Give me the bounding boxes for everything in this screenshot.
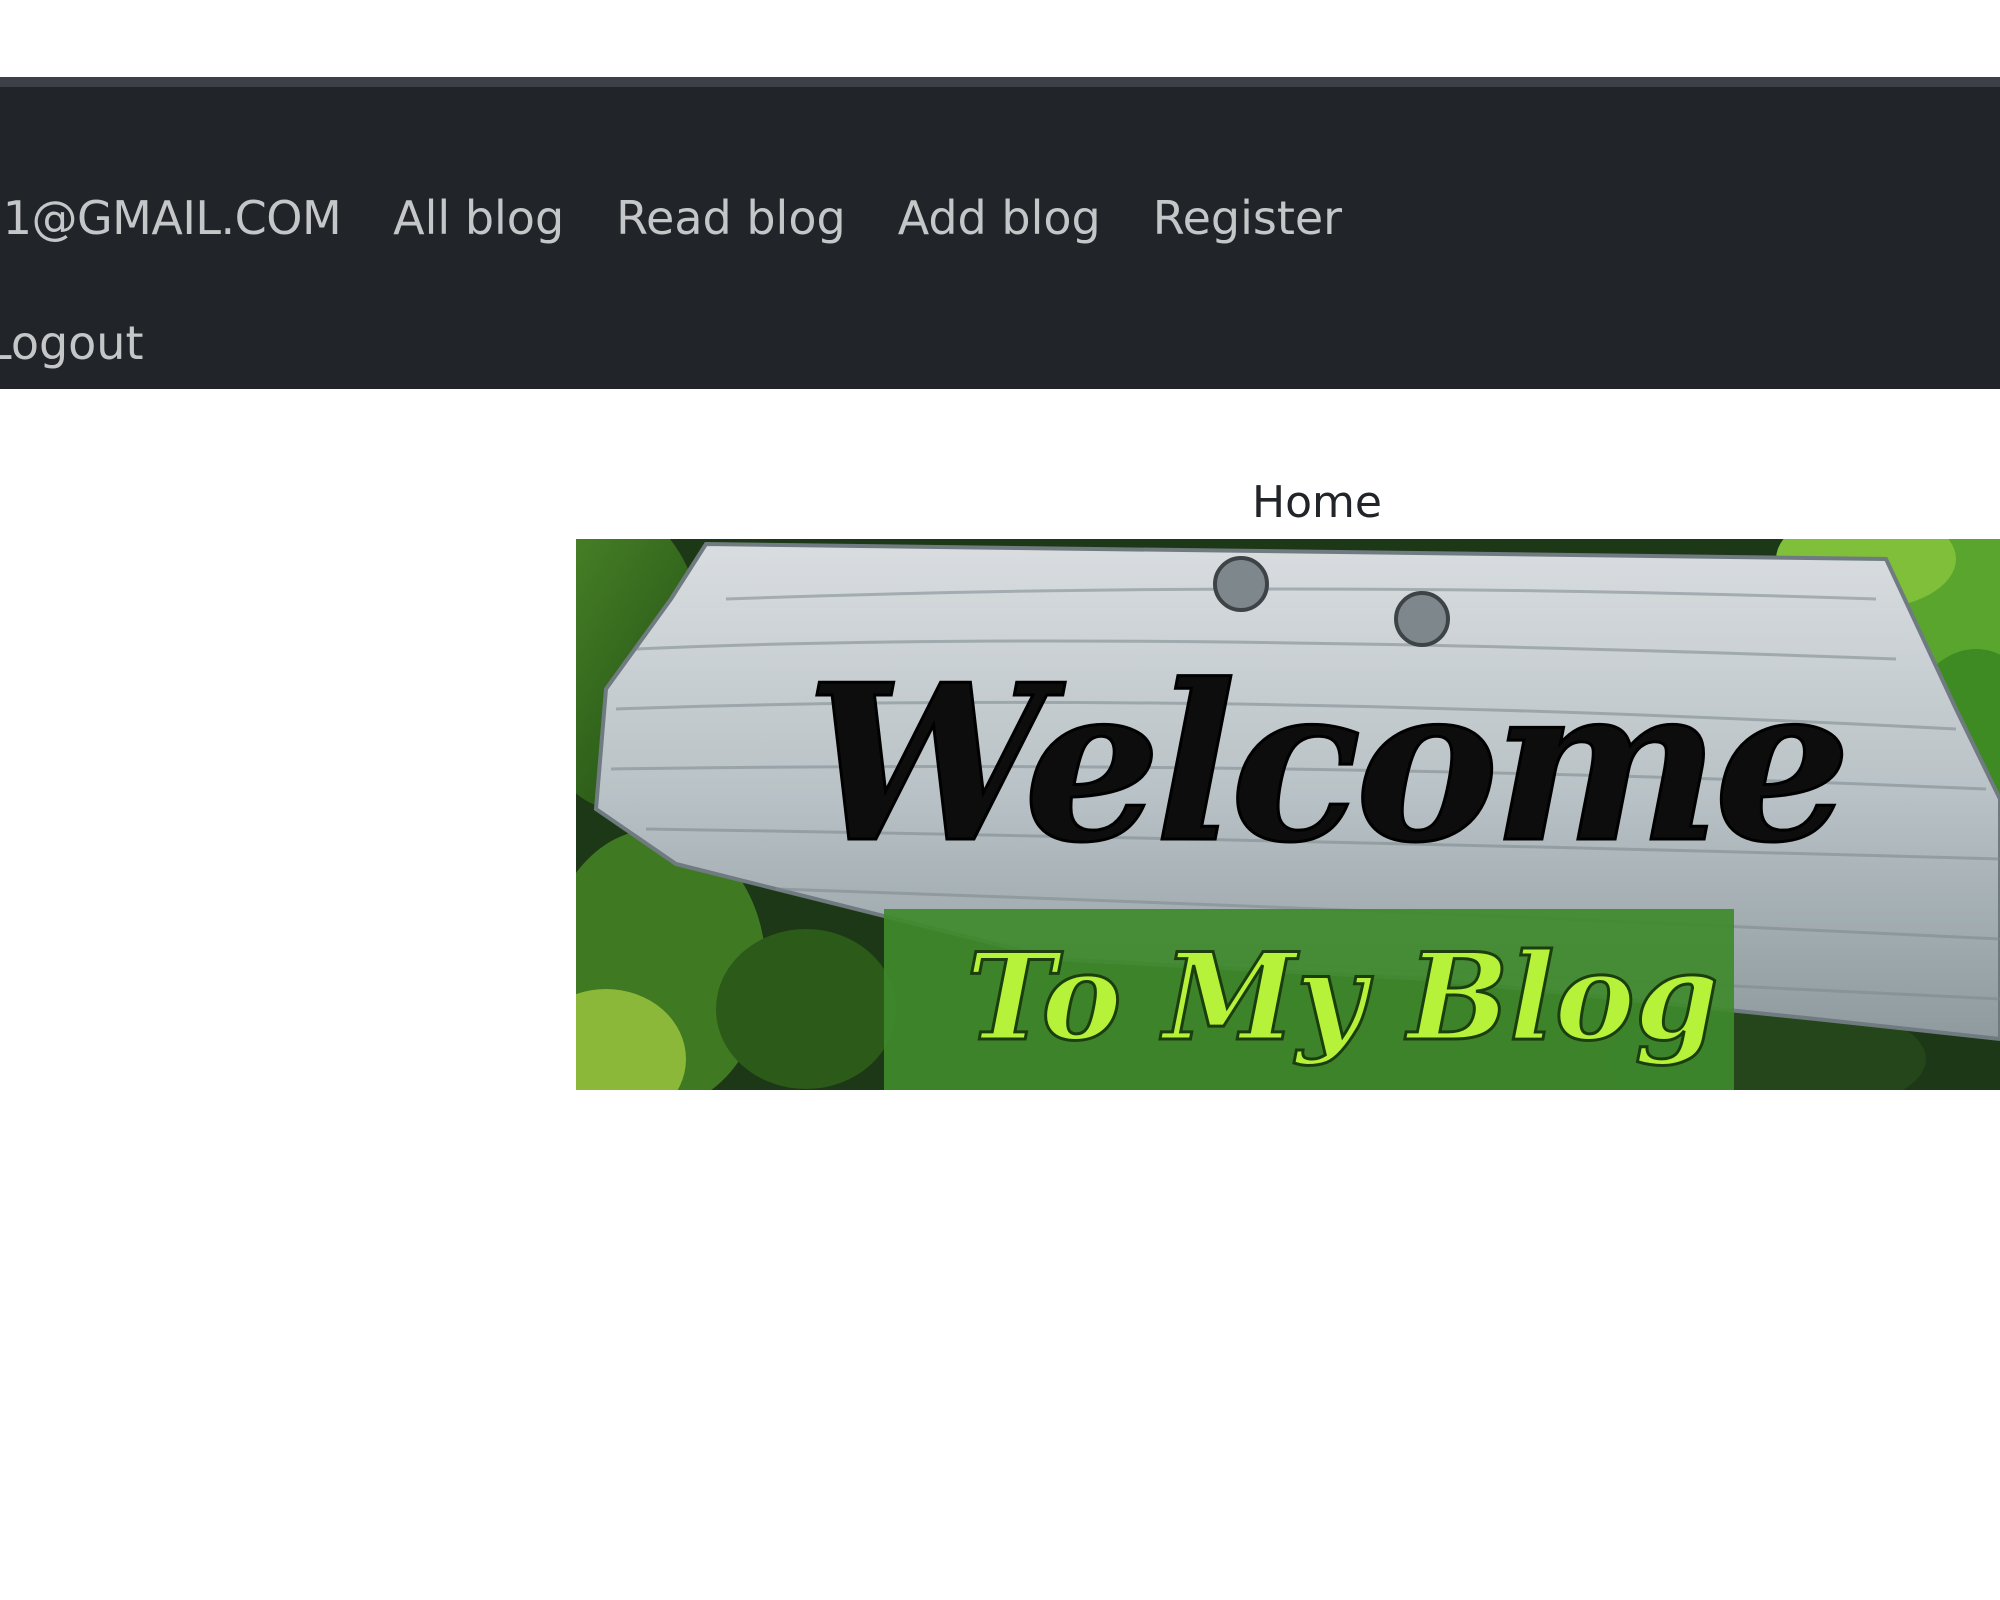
top-navbar: 11@GMAIL.COM All blog Read blog Add blog… [0,77,2000,389]
page-title: Home [1252,477,1382,528]
nav-logout[interactable]: Logout [0,320,144,366]
banner-welcome-text: Welcome [806,637,1845,890]
nav-user-email[interactable]: 11@GMAIL.COM [0,195,342,241]
nav-logout-row: Logout [0,293,144,393]
welcome-banner-image: Welcome To My Blog [576,539,2000,1090]
nav-all-blog[interactable]: All blog [393,195,564,241]
browser-top-strip [0,0,2000,77]
nav-add-blog[interactable]: Add blog [898,195,1101,241]
nav-links-row: 11@GMAIL.COM All blog Read blog Add blog… [0,168,1342,268]
nav-read-blog[interactable]: Read blog [616,195,846,241]
banner-tagline-text: To My Blog [966,927,1719,1068]
nav-register[interactable]: Register [1153,195,1342,241]
